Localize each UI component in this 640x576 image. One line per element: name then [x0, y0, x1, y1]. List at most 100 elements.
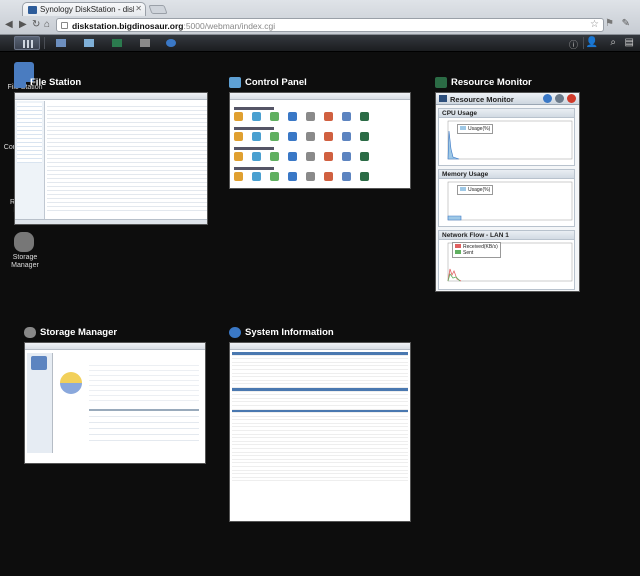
- cpu-usage-header: CPU Usage: [439, 109, 574, 118]
- memory-legend: Usage(%): [457, 185, 494, 195]
- control-panel-grid: [234, 105, 408, 187]
- resource-monitor-body: Resource Monitor CPU Usage Usage(%) Memo…: [435, 92, 580, 292]
- window-title: Storage Manager: [40, 327, 118, 338]
- control-panel-item-icon: [252, 152, 261, 161]
- section-header: [234, 167, 274, 170]
- file-list: [47, 103, 207, 213]
- help-icon[interactable]: ⓘ: [569, 38, 578, 51]
- new-tab-button[interactable]: [148, 5, 168, 14]
- back-icon[interactable]: ◀: [5, 19, 13, 30]
- storage-icon: [14, 232, 34, 252]
- network-flow-header: Network Flow - LAN 1: [439, 231, 574, 240]
- monitor-icon: [439, 95, 447, 102]
- wrench-menu-icon[interactable]: ✎: [622, 18, 630, 29]
- control-panel-item-icon: [324, 172, 333, 181]
- window-resource-monitor[interactable]: Resource Monitor Resource Monitor CPU Us…: [435, 76, 580, 292]
- options-icon[interactable]: ▤: [625, 37, 634, 48]
- memory-usage-header: Memory Usage: [439, 170, 574, 179]
- control-panel-item-icon: [288, 152, 297, 161]
- toolbar: [230, 343, 410, 350]
- control-panel-item-icon: [252, 112, 261, 121]
- control-panel-item-icon: [234, 152, 243, 161]
- dsm-taskbar: ⓘ 👤 ⌕ ▤: [0, 35, 640, 52]
- memory-usage-panel: Memory Usage Usage(%): [438, 169, 575, 227]
- taskbar-file-station[interactable]: [48, 36, 74, 50]
- window-title: System Information: [245, 327, 334, 338]
- control-panel-item-icon: [306, 152, 315, 161]
- address-bar[interactable]: diskstation.bigdinosaur.org:5000/webman/…: [56, 18, 604, 32]
- volume-info: [89, 361, 199, 405]
- control-panel-item-icon: [324, 112, 333, 121]
- page-icon: [61, 22, 68, 29]
- control-panel-item-icon: [270, 132, 279, 141]
- taskbar-control-panel[interactable]: [76, 36, 102, 50]
- control-panel-item-icon: [342, 132, 351, 141]
- window-thumbnail: [229, 342, 411, 522]
- control-panel-item-icon: [324, 132, 333, 141]
- control-panel-item-icon: [306, 172, 315, 181]
- taskbar-storage-manager[interactable]: [132, 36, 158, 50]
- storage-icon: [24, 327, 36, 338]
- control-panel-item-icon: [270, 172, 279, 181]
- control-panel-item-icon: [360, 152, 369, 161]
- window-thumbnail: [229, 92, 411, 189]
- control-panel-item-icon: [342, 152, 351, 161]
- memory-series: [447, 215, 462, 221]
- window-control-panel[interactable]: Control Panel: [229, 76, 411, 190]
- resource-monitor-titlebar: Resource Monitor: [436, 93, 579, 105]
- control-panel-item-icon: [306, 132, 315, 141]
- folder-icon: [14, 77, 26, 88]
- minimize-icon[interactable]: [554, 94, 564, 103]
- cpu-legend: Usage(%): [457, 124, 494, 134]
- chart-icon: [112, 39, 122, 47]
- grid-icon: [23, 40, 33, 48]
- toolbar: [15, 93, 207, 100]
- window-title: File Station: [30, 77, 82, 88]
- window-system-information[interactable]: System Information: [229, 326, 411, 522]
- system-info-table: [230, 350, 410, 482]
- section-header: [234, 127, 274, 130]
- window-storage-manager[interactable]: Storage Manager: [24, 326, 206, 466]
- status-bar: [15, 219, 207, 224]
- info-icon: [166, 39, 176, 47]
- desktop-icon-storage-manager[interactable]: Storage Manager: [6, 232, 44, 276]
- taskbar-system-information[interactable]: [158, 36, 184, 50]
- control-panel-item-icon: [342, 112, 351, 121]
- control-panel-item-icon: [252, 132, 261, 141]
- toolbar: [230, 93, 410, 100]
- control-panel-item-icon: [342, 172, 351, 181]
- extension-icon[interactable]: ⚑: [605, 18, 614, 29]
- control-panel-item-icon: [270, 112, 279, 121]
- reload-icon[interactable]: ↻: [32, 19, 40, 30]
- divider: [44, 37, 45, 49]
- divider: [583, 37, 584, 49]
- help-icon[interactable]: [542, 94, 552, 103]
- control-panel-item-icon: [288, 112, 297, 121]
- section-header: [234, 107, 274, 110]
- table-row: [232, 478, 408, 482]
- wrench-icon: [140, 39, 150, 47]
- taskbar-resource-monitor[interactable]: [104, 36, 130, 50]
- control-panel-item-icon: [360, 132, 369, 141]
- window-thumbnail: [24, 342, 206, 464]
- user-icon[interactable]: 👤: [586, 37, 598, 48]
- control-panel-item-icon: [234, 172, 243, 181]
- window-title: Resource Monitor: [451, 77, 532, 88]
- disk-table: [89, 409, 199, 443]
- resource-monitor-window-title: Resource Monitor: [450, 95, 514, 104]
- close-icon[interactable]: [567, 94, 576, 103]
- forward-icon[interactable]: ▶: [19, 19, 27, 30]
- control-panel-item-icon: [234, 112, 243, 121]
- section-header: [234, 147, 274, 150]
- chart-icon: [435, 77, 447, 88]
- home-icon[interactable]: ⌂: [44, 19, 50, 30]
- bookmark-star-icon[interactable]: ☆: [590, 19, 599, 30]
- close-tab-icon[interactable]: ✕: [135, 4, 142, 13]
- show-desktop-button[interactable]: [14, 36, 40, 50]
- url-text: diskstation.bigdinosaur.org:5000/webman/…: [72, 21, 276, 31]
- synology-favicon-icon: [28, 6, 37, 14]
- search-icon[interactable]: ⌕: [610, 37, 616, 48]
- volume-list: [27, 353, 53, 453]
- window-file-station[interactable]: File Station: [14, 76, 208, 228]
- browser-tab[interactable]: Synology DiskStation - diskst ✕: [22, 2, 146, 16]
